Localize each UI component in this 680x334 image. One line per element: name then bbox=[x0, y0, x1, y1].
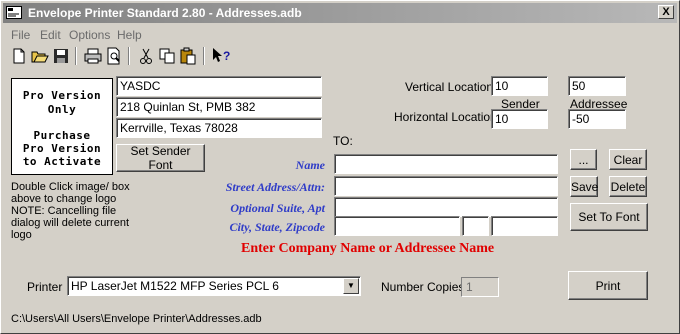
save-button[interactable]: Save bbox=[570, 176, 598, 197]
paste-icon[interactable] bbox=[178, 46, 198, 66]
logo-image-box[interactable]: Pro Version Only Purchase Pro Version to… bbox=[11, 78, 113, 175]
menu-bar: File Edit Options Help bbox=[3, 25, 677, 43]
button-label: Print bbox=[595, 278, 621, 293]
set-to-font-button[interactable]: Set To Font bbox=[570, 203, 648, 231]
logo-text: Pro Version bbox=[22, 142, 102, 155]
save-disk-icon[interactable] bbox=[51, 46, 71, 66]
app-window: Envelope Printer Standard 2.80 - Address… bbox=[0, 0, 680, 334]
set-sender-font-button[interactable]: Set Sender Font bbox=[116, 144, 205, 172]
button-label: ... bbox=[578, 152, 589, 167]
toolbar-separator bbox=[75, 47, 77, 65]
addressee-street-field[interactable] bbox=[334, 176, 558, 196]
button-label: Clear bbox=[613, 152, 643, 167]
print-button[interactable]: Print bbox=[568, 271, 648, 300]
button-label: Delete bbox=[610, 179, 646, 194]
envelope-app-icon bbox=[6, 6, 22, 19]
city-state-zip-label: City, State, Zipcode bbox=[229, 220, 325, 234]
instruction-banner: Enter Company Name or Addressee Name bbox=[241, 241, 495, 256]
logo-text: to Activate bbox=[22, 155, 102, 168]
toolbar-separator bbox=[128, 47, 130, 65]
number-copies-label: Number Copies bbox=[381, 280, 465, 294]
title-bar[interactable]: Envelope Printer Standard 2.80 - Address… bbox=[3, 3, 677, 23]
close-icon: X bbox=[662, 6, 670, 18]
button-label: Set To Font bbox=[578, 210, 640, 224]
toolbar: ? bbox=[3, 45, 677, 67]
new-document-icon[interactable] bbox=[9, 46, 29, 66]
menu-file[interactable]: File bbox=[11, 28, 30, 42]
open-folder-icon[interactable] bbox=[30, 46, 50, 66]
logo-text: Only bbox=[47, 103, 77, 116]
logo-text: Purchase bbox=[33, 129, 91, 142]
chevron-down-icon[interactable]: ▼ bbox=[343, 278, 359, 294]
window-title: Envelope Printer Standard 2.80 - Address… bbox=[28, 6, 302, 20]
button-label: Set Sender Font bbox=[130, 144, 191, 172]
addressee-state-field[interactable] bbox=[462, 216, 489, 236]
to-label: TO: bbox=[333, 134, 353, 148]
file-path-status: C:\Users\All Users\Envelope Printer\Addr… bbox=[11, 313, 262, 325]
vertical-sender-field[interactable]: 10 bbox=[491, 76, 548, 96]
copy-icon[interactable] bbox=[157, 46, 177, 66]
print-icon[interactable] bbox=[83, 46, 103, 66]
menu-help[interactable]: Help bbox=[117, 28, 142, 42]
street-label: Street Address/Attn: bbox=[225, 180, 325, 194]
addressee-zip-field[interactable] bbox=[491, 216, 558, 236]
number-copies-field[interactable]: 1 bbox=[461, 277, 499, 297]
horizontal-locations-label: Horizontal Locations bbox=[394, 110, 503, 124]
sender-street-field[interactable]: 218 Quinlan St, PMB 382 bbox=[116, 97, 322, 117]
horizontal-sender-field[interactable]: 10 bbox=[491, 109, 548, 129]
addressee-city-field[interactable] bbox=[334, 216, 460, 236]
addressee-suite-field[interactable] bbox=[334, 197, 558, 217]
menu-edit[interactable]: Edit bbox=[40, 28, 61, 42]
cut-scissors-icon[interactable] bbox=[136, 46, 156, 66]
button-label: Save bbox=[571, 179, 599, 194]
sender-city-field[interactable]: Kerrville, Texas 78028 bbox=[116, 118, 322, 138]
vertical-addressee-field[interactable]: 50 bbox=[568, 76, 626, 96]
horizontal-addressee-field[interactable]: -50 bbox=[568, 109, 626, 129]
name-label: Name bbox=[295, 158, 325, 172]
toolbar-separator bbox=[203, 47, 205, 65]
printer-label: Printer bbox=[27, 280, 63, 294]
close-button[interactable]: X bbox=[658, 5, 674, 19]
addressee-name-field[interactable] bbox=[334, 154, 558, 174]
logo-instructions: Double Click image/ box above to change … bbox=[11, 181, 130, 241]
menu-options[interactable]: Options bbox=[69, 28, 110, 42]
suite-label: Optional Suite, Apt bbox=[230, 201, 325, 215]
sender-name-field[interactable]: YASDC bbox=[116, 76, 322, 96]
logo-text: Pro Version bbox=[22, 89, 102, 102]
print-preview-icon[interactable] bbox=[104, 46, 124, 66]
vertical-locations-label: Vertical Locations bbox=[405, 80, 500, 94]
svg-text:?: ? bbox=[223, 49, 230, 63]
printer-select[interactable]: HP LaserJet M1522 MFP Series PCL 6 ▼ bbox=[67, 276, 361, 296]
delete-button[interactable]: Delete bbox=[609, 176, 647, 197]
context-help-icon[interactable]: ? bbox=[211, 46, 231, 66]
browse-button[interactable]: ... bbox=[570, 149, 597, 170]
clear-button[interactable]: Clear bbox=[609, 149, 647, 170]
printer-selected-value: HP LaserJet M1522 MFP Series PCL 6 bbox=[71, 279, 279, 293]
